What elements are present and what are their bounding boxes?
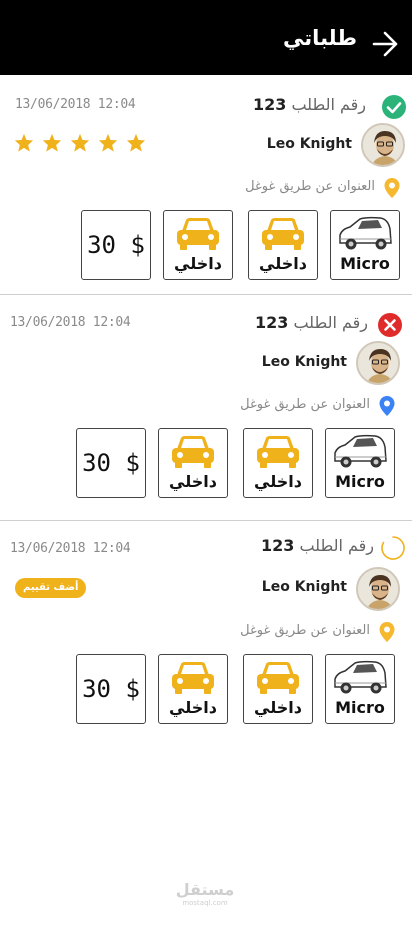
- car-type-box: Micro: [325, 654, 395, 724]
- watermark-logo: مستقل mostaql.com: [170, 880, 240, 907]
- order-number-value: 123: [260, 536, 295, 555]
- order-date: 13/06/2018 12:04: [10, 315, 131, 330]
- star-icon: [14, 133, 34, 152]
- driver-name: Leo Knight: [261, 354, 347, 370]
- order-number-label: رقم الطلب: [299, 536, 374, 555]
- car-type-label: Micro: [335, 698, 385, 717]
- order-card[interactable]: 13/06/2018 12:04 رقم الطلب 123 Leo Knigh…: [0, 295, 412, 520]
- price-value: 30 $: [82, 675, 140, 703]
- car-front-icon: [257, 436, 299, 468]
- address-text: العنوان عن طريق غوغل: [240, 397, 370, 412]
- car-type-label: Micro: [335, 472, 385, 491]
- car-type-box: Micro: [330, 210, 400, 280]
- location-pin-icon: [378, 621, 396, 643]
- order-number-value: 123: [252, 95, 287, 114]
- rating-stars: [14, 133, 149, 156]
- price-box: 30 $: [81, 210, 151, 280]
- option-label: داخلي: [174, 254, 222, 273]
- order-card[interactable]: 13/06/2018 12:04 رقم الطلب 123 Leo Knigh…: [0, 75, 412, 295]
- address-text: العنوان عن طريق غوغل: [240, 623, 370, 638]
- driver-name: Leo Knight: [266, 136, 352, 152]
- watermark-main: مستقل: [175, 880, 235, 899]
- star-icon: [99, 133, 118, 152]
- star-icon: [71, 133, 90, 152]
- car-front-icon: [177, 218, 219, 250]
- price-value: 30 $: [82, 449, 140, 477]
- order-card[interactable]: 13/06/2018 12:04 رقم الطلب 123 أضف تقييم…: [0, 521, 412, 741]
- car-icon: [334, 660, 387, 694]
- car-front-icon: [172, 436, 214, 468]
- option-box: داخلي: [243, 654, 313, 724]
- address-text: العنوان عن طريق غوغل: [245, 179, 375, 194]
- back-arrow-icon[interactable]: [371, 30, 399, 58]
- option-label: داخلي: [259, 254, 307, 273]
- order-date: 13/06/2018 12:04: [10, 541, 131, 556]
- price-box: 30 $: [76, 654, 146, 724]
- option-label: داخلي: [169, 698, 217, 717]
- car-front-icon: [262, 218, 304, 250]
- option-box: داخلي: [163, 210, 233, 280]
- option-label: داخلي: [254, 698, 302, 717]
- location-pin-icon: [378, 395, 396, 417]
- option-label: داخلي: [169, 472, 217, 491]
- app-header: طلباتي: [0, 0, 412, 75]
- option-box: داخلي: [248, 210, 318, 280]
- page-title: طلباتي: [283, 26, 357, 50]
- order-number-label: رقم الطلب: [291, 95, 366, 114]
- option-box: داخلي: [243, 428, 313, 498]
- star-icon: [127, 133, 146, 152]
- star-icon: [43, 133, 62, 152]
- order-date: 13/06/2018 12:04: [15, 97, 136, 112]
- avatar[interactable]: [356, 567, 400, 611]
- price-value: 30 $: [87, 231, 145, 259]
- car-front-icon: [172, 662, 214, 694]
- car-type-label: Micro: [340, 254, 390, 273]
- option-label: داخلي: [254, 472, 302, 491]
- pending-icon: [380, 535, 405, 560]
- watermark-sub: mostaql.com: [182, 899, 228, 907]
- location-pin-icon: [383, 177, 401, 199]
- car-icon: [334, 434, 387, 468]
- order-number: رقم الطلب 123: [255, 313, 368, 332]
- avatar[interactable]: [361, 123, 405, 167]
- order-number: رقم الطلب 123: [253, 95, 366, 114]
- add-rating-button[interactable]: أضف تقييم: [15, 578, 87, 598]
- car-icon: [339, 216, 392, 250]
- car-front-icon: [257, 662, 299, 694]
- order-number-value: 123: [254, 313, 289, 332]
- driver-name: Leo Knight: [261, 579, 347, 595]
- avatar[interactable]: [356, 341, 400, 385]
- cancel-icon: [378, 313, 402, 337]
- option-box: داخلي: [158, 654, 228, 724]
- option-box: داخلي: [158, 428, 228, 498]
- order-number-label: رقم الطلب: [293, 313, 368, 332]
- check-icon: [382, 95, 406, 119]
- price-box: 30 $: [76, 428, 146, 498]
- order-number: رقم الطلب 123: [261, 536, 374, 555]
- car-type-box: Micro: [325, 428, 395, 498]
